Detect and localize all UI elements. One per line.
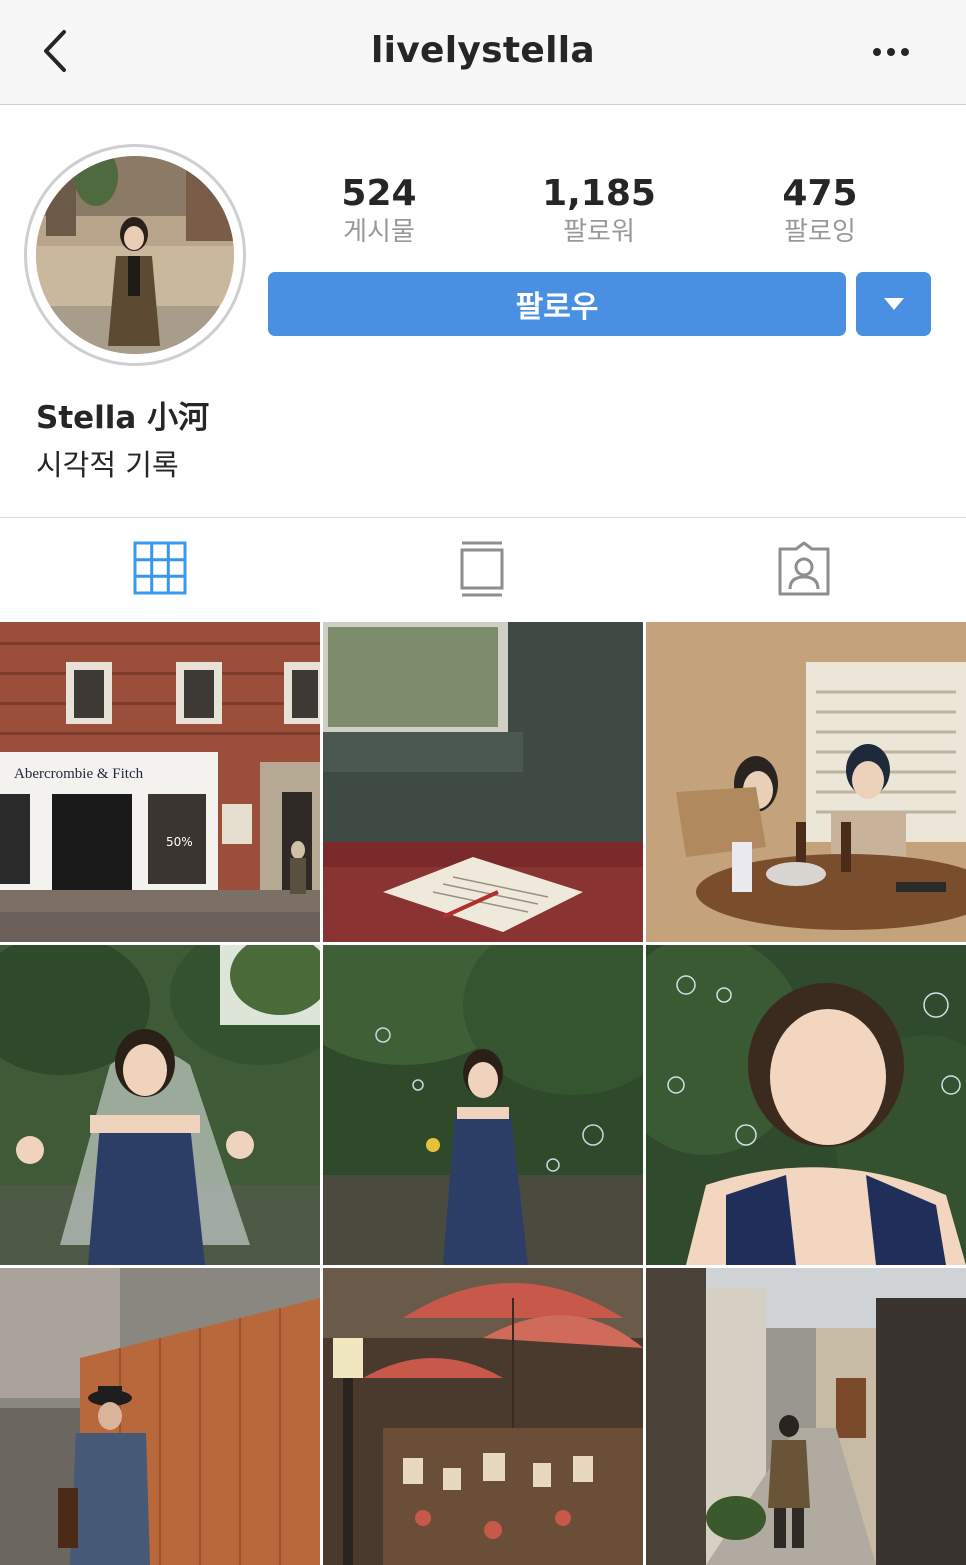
follow-button[interactable]: 팔로우: [268, 272, 846, 336]
photo-red-umbrellas[interactable]: [323, 1268, 643, 1565]
stat-followers-label: 팔로워: [563, 217, 635, 247]
photo-notebook[interactable]: [323, 622, 643, 942]
photo-alley-walker[interactable]: [646, 1268, 966, 1565]
grid-icon[interactable]: [133, 541, 187, 595]
photo-storefront[interactable]: Abercrombie & Fitch 50%: [0, 622, 320, 942]
feed-list-icon[interactable]: [458, 541, 506, 597]
storefront-sign: Abercrombie & Fitch: [14, 766, 144, 782]
more-dots-icon[interactable]: [870, 44, 912, 60]
stat-posts-count: 524: [341, 173, 417, 214]
top-bar: livelystella: [0, 0, 966, 105]
photo-smile-bubbles[interactable]: [646, 945, 966, 1265]
stat-posts[interactable]: 524 게시물: [279, 172, 479, 248]
photo-grid: Abercrombie & Fitch 50%: [0, 622, 966, 1565]
suggestions-dropdown-button[interactable]: [856, 272, 931, 336]
window-tag: 50%: [166, 835, 193, 849]
stat-posts-label: 게시물: [343, 217, 415, 247]
photo-cafe-friends[interactable]: [646, 622, 966, 942]
stat-followers-count: 1,185: [542, 173, 656, 214]
caret-down-icon: [883, 298, 904, 310]
profile-bio: 시각적 기록: [36, 448, 179, 482]
avatar[interactable]: [36, 156, 234, 354]
page-title: livelystella: [371, 30, 595, 71]
stat-followers[interactable]: 1,185 팔로워: [499, 172, 699, 248]
profile-name: Stella 小河: [36, 400, 210, 436]
tagged-photos-icon[interactable]: [776, 541, 832, 597]
stat-following-count: 475: [782, 173, 858, 214]
photo-veil-portrait[interactable]: [0, 945, 320, 1265]
photo-old-man-fence[interactable]: [0, 1268, 320, 1565]
photo-garden-bubbles[interactable]: [323, 945, 643, 1265]
stat-following-label: 팔로잉: [784, 217, 856, 247]
stat-following[interactable]: 475 팔로잉: [720, 172, 920, 248]
